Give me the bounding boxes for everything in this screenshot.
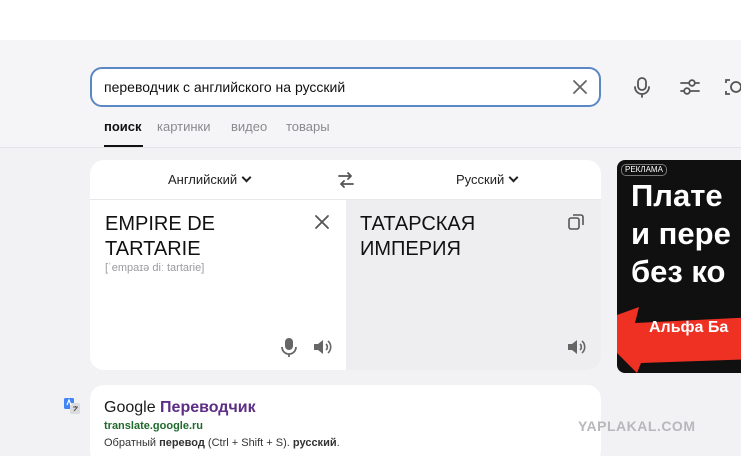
- source-text-pane[interactable]: EMPIRE DE TARTARIE [ˈempаɪə diː tartarie…: [90, 200, 346, 370]
- source-language-label: Английский: [168, 172, 238, 187]
- clear-icon[interactable]: [571, 78, 589, 96]
- microphone-icon[interactable]: [631, 76, 653, 98]
- tab-images[interactable]: картинки: [157, 119, 211, 134]
- chevron-down-icon: [508, 172, 519, 183]
- ad-text-line: и пере: [631, 216, 731, 251]
- language-bar: Английский Русский: [90, 160, 601, 200]
- tab-video[interactable]: видео: [231, 119, 267, 134]
- tab-search[interactable]: поиск: [104, 119, 142, 134]
- source-language-select[interactable]: Английский: [168, 172, 252, 187]
- translator-widget: Английский Русский EMPIRE DE TARTARIE [ˈ…: [90, 160, 601, 370]
- speaker-icon[interactable]: [566, 337, 586, 357]
- translation-text: ТАТАРСКАЯ ИМПЕРИЯ: [360, 212, 560, 262]
- watermark: YAPLAKAL.COM: [578, 418, 696, 434]
- ad-badge: РЕКЛАМА: [621, 164, 667, 176]
- snippet-part: .: [336, 437, 340, 449]
- source-text[interactable]: EMPIRE DE TARTARIE: [105, 212, 305, 262]
- result-snippet: Обратный перевод (Ctrl + Shift + S). рус…: [104, 437, 340, 449]
- swap-languages-icon[interactable]: [337, 172, 355, 188]
- tab-goods[interactable]: товары: [286, 119, 330, 134]
- advertisement-banner[interactable]: РЕКЛАМА Плате и пере без ко Альфа Ба: [617, 160, 741, 373]
- result-title-prefix: Google: [104, 399, 156, 416]
- active-tab-indicator: [104, 145, 143, 147]
- target-language-select[interactable]: Русский: [456, 172, 519, 187]
- ad-text-line: Плате: [631, 178, 723, 213]
- ad-red-shape: [617, 307, 741, 373]
- snippet-bold: перевод: [159, 437, 205, 449]
- snippet-bold: русский: [292, 437, 337, 449]
- result-title-bold: Переводчик: [160, 399, 256, 416]
- microphone-icon[interactable]: [279, 337, 299, 357]
- result-url[interactable]: translate.google.ru: [104, 420, 203, 432]
- search-result: Google Переводчик translate.google.ru Об…: [90, 385, 601, 456]
- translation-pane: ТАТАРСКАЯ ИМПЕРИЯ: [346, 200, 601, 370]
- search-input[interactable]: переводчик с английского на русский: [90, 67, 601, 107]
- result-title-link[interactable]: Google Переводчик: [104, 399, 256, 417]
- source-text-line: EMPIRE DE: [105, 213, 216, 235]
- ad-text-line: без ко: [631, 254, 726, 289]
- search-query-text: переводчик с английского на русский: [104, 79, 346, 95]
- top-band: [0, 0, 741, 40]
- translation-text-line: ТАТАРСКАЯ: [360, 213, 476, 235]
- google-translate-icon: [64, 398, 80, 414]
- snippet-part: Обратный: [104, 437, 157, 449]
- speaker-icon[interactable]: [312, 337, 332, 357]
- clear-icon[interactable]: [312, 212, 332, 232]
- chevron-down-icon: [241, 172, 252, 183]
- filter-settings-icon[interactable]: [679, 76, 701, 98]
- translation-text-line: ИМПЕРИЯ: [360, 238, 461, 260]
- copy-icon[interactable]: [567, 213, 585, 231]
- ad-brand: Альфа Ба: [649, 319, 729, 336]
- target-language-label: Русский: [456, 172, 505, 187]
- snippet-part: (Ctrl + Shift + S).: [207, 437, 290, 449]
- camera-search-icon[interactable]: [724, 76, 741, 98]
- source-text-line: TARTARIE: [105, 238, 201, 260]
- transliteration: [ˈempаɪə diː tartarie]: [105, 262, 205, 274]
